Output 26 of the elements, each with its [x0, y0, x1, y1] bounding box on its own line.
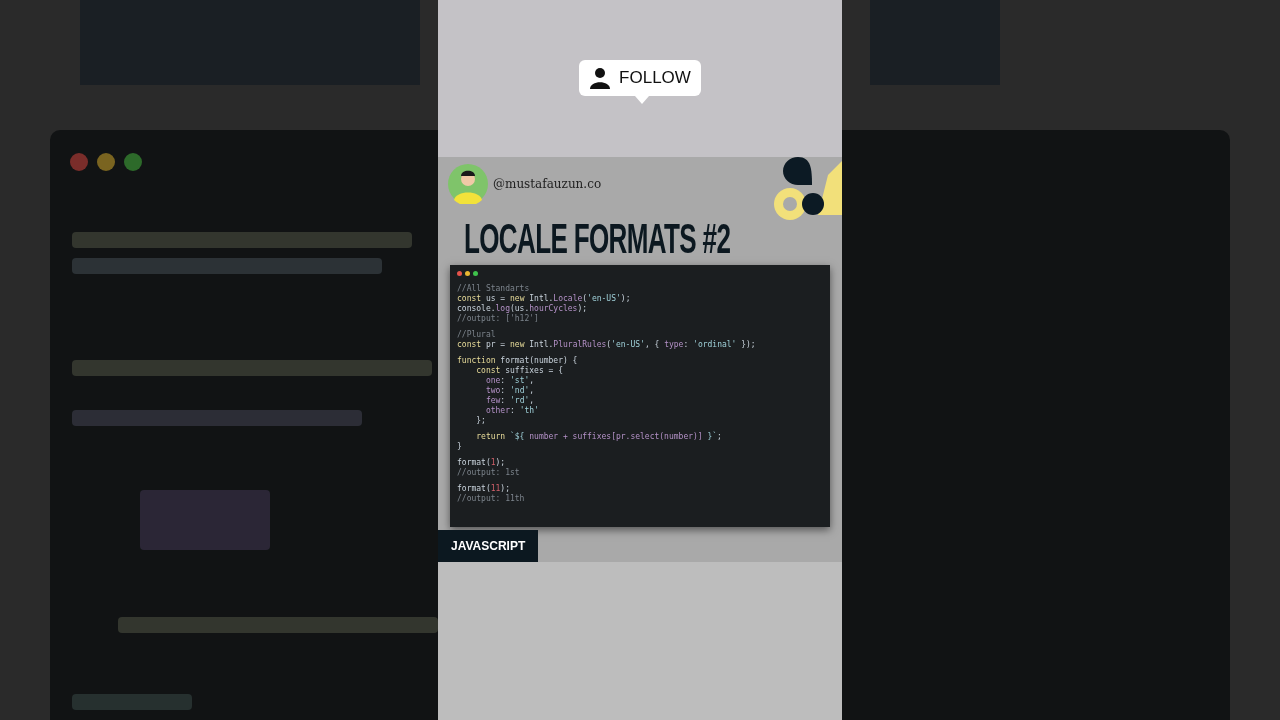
person-icon [589, 67, 612, 89]
code-line: other: 'th' [484, 406, 539, 416]
code-line: one: 'st', [484, 376, 535, 386]
code-line: function format(number) { [457, 356, 578, 366]
code-line: two: 'nd', [484, 386, 535, 396]
code-line: console.log(us.hourCycles); [457, 304, 588, 314]
code-line: const us = new Intl.Locale('en-US'); [457, 294, 631, 304]
code-line: few: 'rd', [484, 396, 535, 406]
code-line: //output: 11th [457, 494, 525, 504]
follow-button[interactable]: FOLLOW [579, 60, 701, 96]
language-tag: JAVASCRIPT [438, 530, 539, 562]
code-line: //output: 1st [457, 468, 520, 478]
code-line: return `${ number + suffixes[pr.select(number)] }`; [475, 432, 722, 442]
code-line: //All Standarts [457, 284, 530, 294]
code-line: const suffixes = { [475, 366, 563, 376]
author-handle: @mustafauzun.co [493, 176, 602, 193]
code-line: const pr = new Intl.PluralRules('en-US', { type: 'ordinal' }); [457, 340, 756, 350]
code-line: } [457, 442, 462, 452]
code-line: format(11); [457, 484, 510, 494]
code-line: //output: ['h12'] [457, 314, 539, 324]
code-line: }; [475, 416, 486, 426]
code-line: //Plural [457, 330, 496, 340]
page-title: LOCALE FORMATS #2 [464, 213, 731, 264]
avatar-icon [448, 164, 488, 204]
bubble-tail-icon [635, 96, 650, 104]
code-line: format(1); [457, 458, 506, 468]
